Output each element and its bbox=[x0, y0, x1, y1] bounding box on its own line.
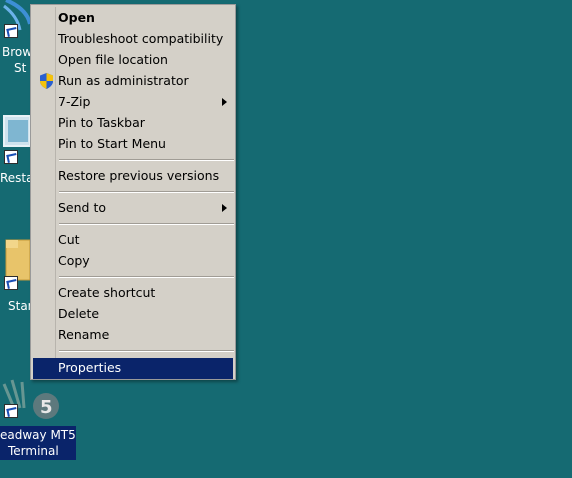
menu-item-label: Copy bbox=[58, 253, 90, 268]
menu-item-copy[interactable]: Copy bbox=[33, 251, 233, 271]
menu-item-open-file-location[interactable]: Open file location bbox=[33, 50, 233, 70]
menu-item-label: Delete bbox=[58, 306, 100, 321]
menu-separator bbox=[59, 191, 234, 193]
desktop-icon-label-line2: St bbox=[14, 61, 27, 75]
menu-item-run-as-administrator[interactable]: Run as administrator bbox=[33, 71, 233, 91]
shortcut-arrow-icon bbox=[4, 404, 18, 418]
context-menu: Open Troubleshoot compatibility Open fil… bbox=[30, 4, 236, 380]
menu-item-7zip[interactable]: 7-Zip bbox=[33, 92, 233, 112]
menu-item-label: Restore previous versions bbox=[58, 168, 220, 183]
menu-item-delete[interactable]: Delete bbox=[33, 304, 233, 324]
desktop-icon-label: eadway MT5 bbox=[0, 428, 76, 442]
menu-item-pin-to-start-menu[interactable]: Pin to Start Menu bbox=[33, 134, 233, 154]
shortcut-arrow-icon bbox=[4, 150, 18, 164]
menu-item-label: Rename bbox=[58, 327, 110, 342]
desktop-icon-label: Star bbox=[8, 299, 33, 313]
menu-item-cut[interactable]: Cut bbox=[33, 230, 233, 250]
menu-item-label: Send to bbox=[58, 200, 107, 215]
desktop-icon-label: Resta bbox=[0, 171, 34, 185]
menu-item-troubleshoot-compatibility[interactable]: Troubleshoot compatibility bbox=[33, 29, 233, 49]
menu-item-label: 7-Zip bbox=[58, 94, 91, 109]
menu-item-label: Cut bbox=[58, 232, 80, 247]
menu-item-label: Create shortcut bbox=[58, 285, 156, 300]
menu-item-label: Properties bbox=[58, 360, 122, 375]
submenu-arrow-icon bbox=[222, 204, 227, 212]
menu-item-label: Open bbox=[58, 10, 95, 25]
menu-separator bbox=[59, 276, 234, 278]
shortcut-arrow-icon bbox=[4, 276, 18, 290]
menu-separator bbox=[59, 159, 234, 161]
desktop-icon-mt5-terminal[interactable]: 5 eadway MT5 Terminal bbox=[0, 376, 76, 460]
desktop-icon-label-line2: Terminal bbox=[8, 444, 59, 458]
menu-item-open[interactable]: Open bbox=[33, 8, 233, 28]
menu-item-label: Troubleshoot compatibility bbox=[58, 31, 224, 46]
mt5-app-icon: 5 bbox=[2, 379, 59, 419]
menu-item-restore-previous-versions[interactable]: Restore previous versions bbox=[33, 166, 233, 186]
mt5-badge-number: 5 bbox=[40, 397, 53, 418]
menu-item-label: Run as administrator bbox=[58, 73, 189, 88]
desktop-icon-browser[interactable]: Brow St bbox=[0, 0, 32, 80]
menu-item-rename[interactable]: Rename bbox=[33, 325, 233, 345]
menu-item-send-to[interactable]: Send to bbox=[33, 198, 233, 218]
menu-item-properties[interactable]: Properties bbox=[33, 358, 233, 379]
menu-separator bbox=[59, 350, 234, 352]
desktop-icon-restore[interactable]: Resta bbox=[0, 110, 34, 190]
menu-item-label: Pin to Start Menu bbox=[58, 136, 166, 151]
desktop-icon-startup-folder[interactable]: Star bbox=[0, 232, 33, 313]
monitor-icon bbox=[3, 115, 30, 147]
shortcut-arrow-icon bbox=[4, 24, 18, 38]
menu-item-create-shortcut[interactable]: Create shortcut bbox=[33, 283, 233, 303]
submenu-arrow-icon bbox=[222, 98, 227, 106]
desktop-icon-label: Brow bbox=[2, 45, 33, 59]
menu-item-pin-to-taskbar[interactable]: Pin to Taskbar bbox=[33, 113, 233, 133]
menu-item-label: Pin to Taskbar bbox=[58, 115, 145, 130]
menu-separator bbox=[59, 223, 234, 225]
menu-item-label: Open file location bbox=[58, 52, 168, 67]
uac-shield-icon bbox=[40, 73, 53, 89]
